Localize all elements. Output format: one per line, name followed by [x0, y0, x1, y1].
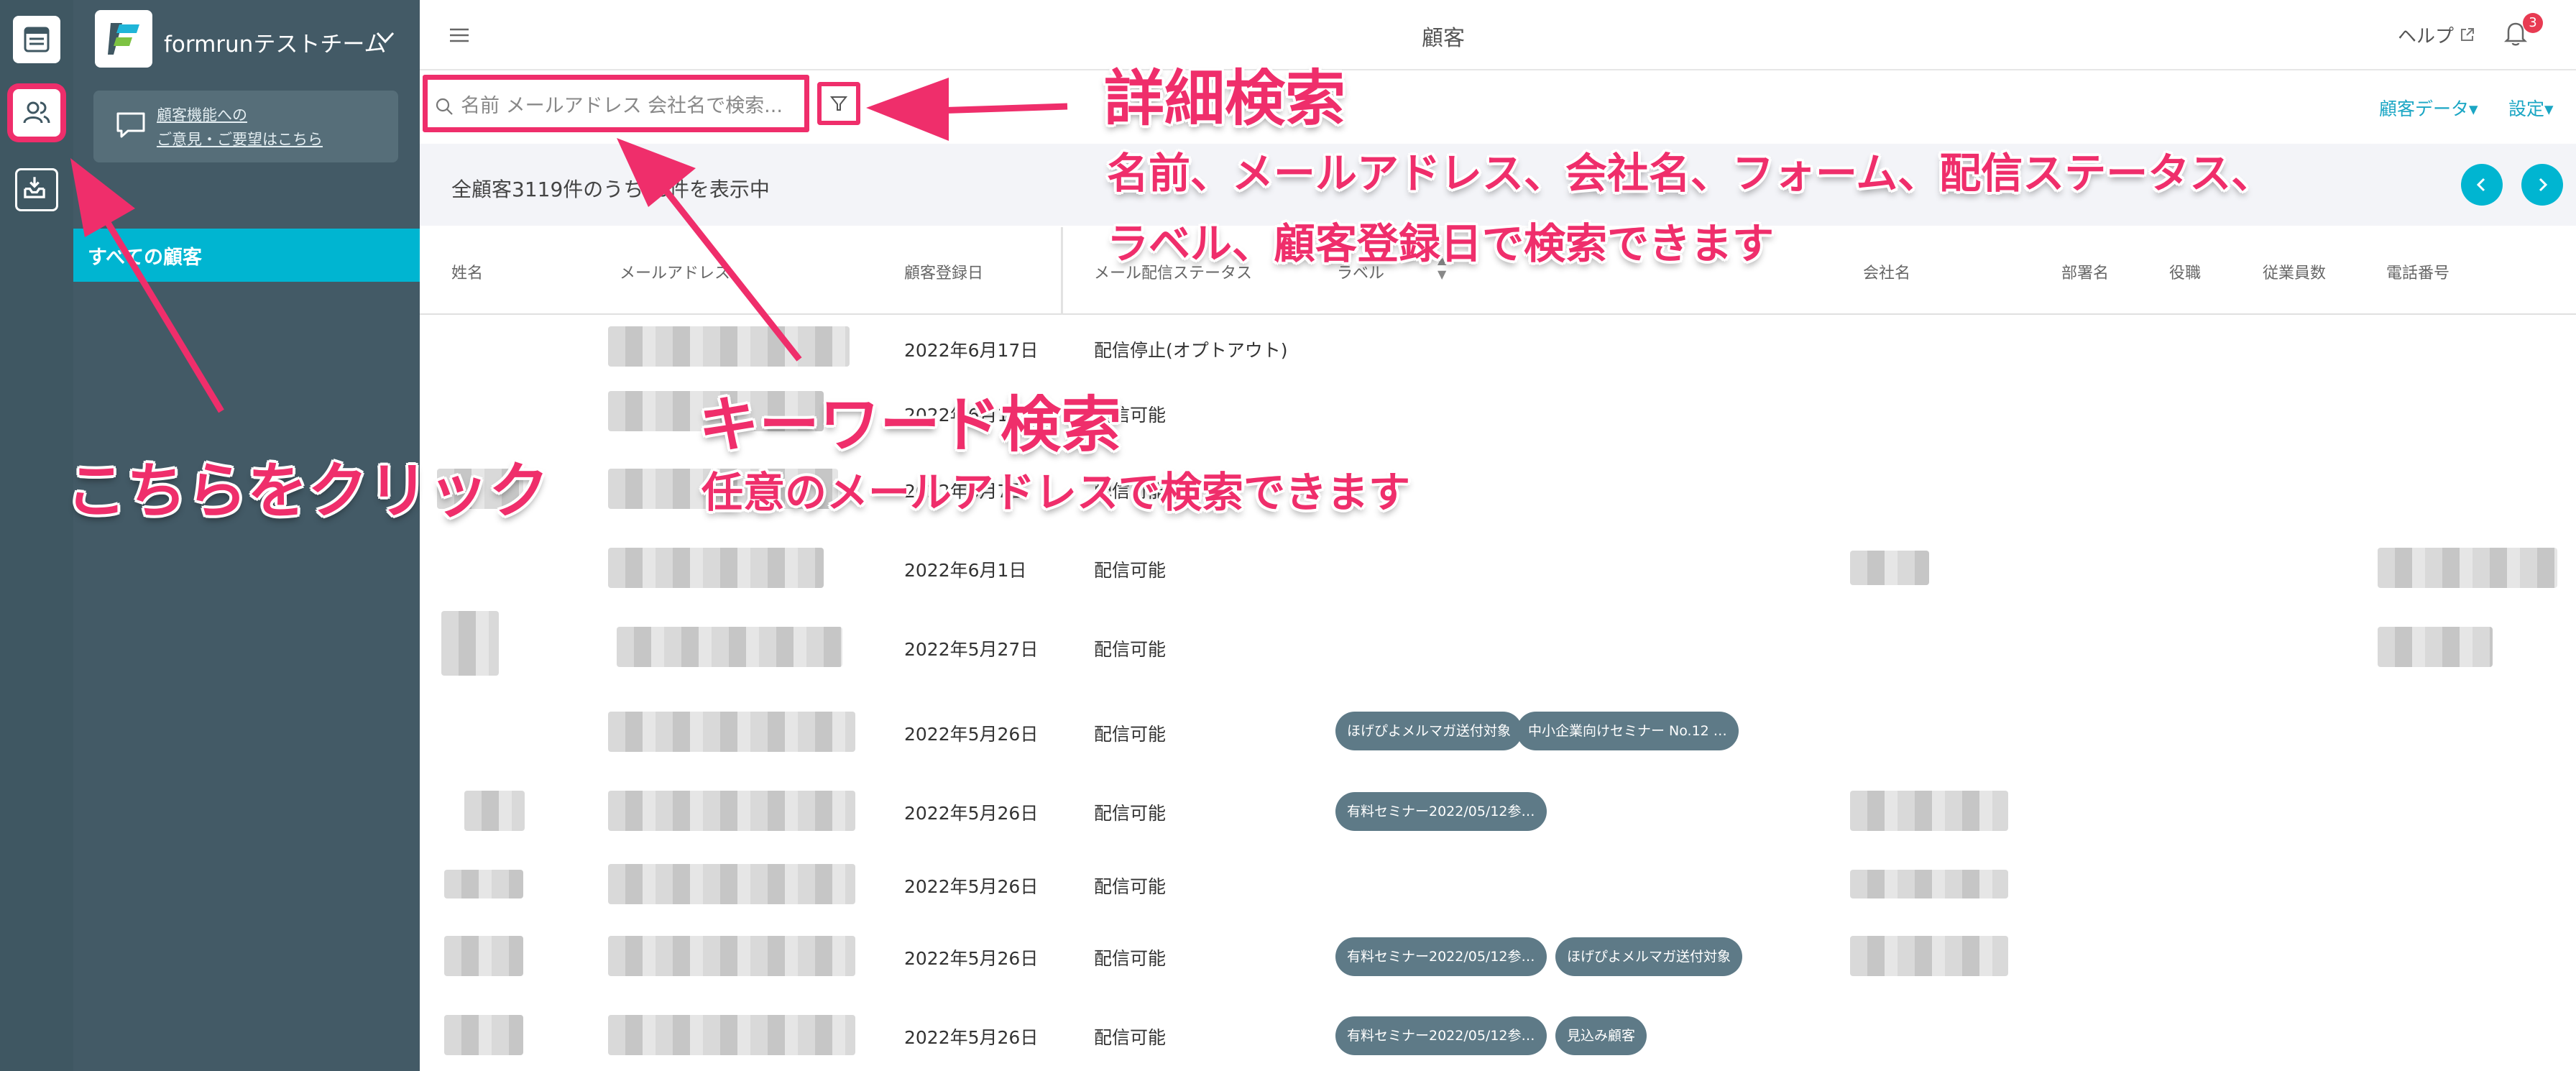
arrow-to-filter-icon [866, 78, 1068, 141]
annotation-keyword-search-desc: 任意のメールアドレスで検索できます [702, 468, 1411, 517]
annotation-keyword-search-title: キーワード検索 [699, 390, 1122, 460]
annotation-click-here: こちらをクリック [66, 456, 550, 526]
annotation-detail-search-desc-1: 名前、メールアドレス、会社名、フォーム、配信ステータス、 [1107, 149, 2273, 198]
annotation-detail-search-title: 詳細検索 [1104, 63, 1346, 134]
annotation-detail-search-desc-2: ラベル、顧客登録日で検索できます [1107, 219, 1775, 268]
arrow-to-search-input-icon [617, 138, 802, 362]
arrow-to-customers-nav-icon [70, 158, 224, 413]
